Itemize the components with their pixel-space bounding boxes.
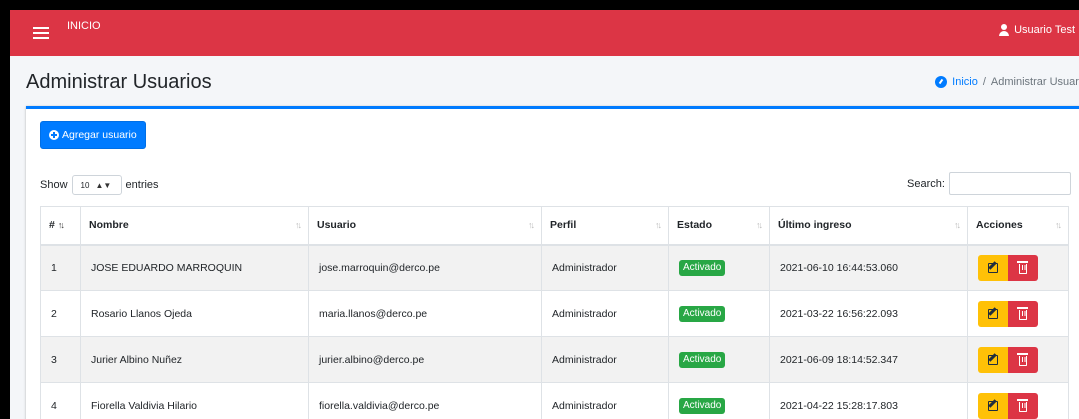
add-user-label: Agregar usuario [62, 129, 137, 141]
edit-button[interactable] [978, 346, 1008, 373]
edit-icon [988, 308, 998, 319]
sort-icon: ↑↓ [528, 220, 535, 230]
sort-icon: ↑↓ [1055, 220, 1062, 230]
breadcrumb-separator: / [982, 76, 986, 88]
table-row: 2 Rosario Llanos Ojeda maria.llanos@derc… [40, 290, 1069, 337]
cell-num: 4 [40, 382, 81, 419]
cell-acciones [967, 336, 1069, 383]
search-control: Search: [907, 172, 1071, 195]
breadcrumb: Inicio / Administrar Usuarios [935, 76, 1079, 88]
cell-ultimo-ingreso: 2021-06-09 18:14:52.347 [769, 336, 968, 383]
users-card: Agregar usuario Show 10 ▲▼ entries Searc… [26, 106, 1079, 419]
column-header-nombre[interactable]: Nombre ↑↓ [80, 206, 309, 246]
cell-usuario: jose.marroquin@derco.pe [308, 244, 542, 291]
cell-perfil: Administrador [541, 290, 669, 337]
sort-icon: ↑↓ [655, 220, 662, 230]
trash-icon [1017, 353, 1028, 366]
cell-num: 1 [40, 244, 81, 291]
column-header-perfil[interactable]: Perfil ↑↓ [541, 206, 669, 246]
cell-nombre: Fiorella Valdivia Hilario [80, 382, 309, 419]
cell-usuario: maria.llanos@derco.pe [308, 290, 542, 337]
cell-acciones [967, 290, 1069, 337]
add-user-button[interactable]: Agregar usuario [40, 121, 146, 149]
cell-nombre: Jurier Albino Nuñez [80, 336, 309, 383]
breadcrumb-home[interactable]: Inicio [952, 76, 978, 88]
trash-icon [1017, 307, 1028, 320]
dashboard-icon [935, 76, 948, 88]
cell-acciones [967, 244, 1069, 291]
cell-perfil: Administrador [541, 382, 669, 419]
status-badge: Activado [679, 351, 726, 368]
bars-icon[interactable] [33, 27, 49, 39]
top-navbar: INICIO Usuario Test [10, 10, 1079, 56]
cell-estado: Activado [668, 290, 770, 337]
sort-icon: ↑↓ [295, 220, 302, 230]
cell-ultimo-ingreso: 2021-04-22 15:28:17.803 [769, 382, 968, 419]
cell-acciones [967, 382, 1069, 419]
status-badge: Activado [679, 259, 726, 276]
delete-button[interactable] [1008, 392, 1038, 419]
table-row: 3 Jurier Albino Nuñez jurier.albino@derc… [40, 336, 1069, 383]
cell-perfil: Administrador [541, 244, 669, 291]
cell-estado: Activado [668, 244, 770, 291]
plus-circle-icon [49, 130, 59, 140]
table-header-row: # ↑↓ Nombre ↑↓ Usuario ↑↓ Perfil ↑↓ Estado ↑↓… [40, 206, 1069, 246]
select-arrows-icon: ▲▼ [95, 180, 112, 190]
show-label: Show [40, 179, 68, 191]
entries-label: entries [125, 179, 159, 191]
cell-nombre: Rosario Llanos Ojeda [80, 290, 309, 337]
cell-num: 3 [40, 336, 81, 383]
cell-usuario: fiorella.valdivia@derco.pe [308, 382, 542, 419]
entries-select[interactable]: 10 ▲▼ [71, 175, 122, 195]
table-row: 4 Fiorella Valdivia Hilario fiorella.val… [40, 382, 1069, 419]
cell-num: 2 [40, 290, 81, 337]
trash-icon [1017, 261, 1028, 275]
delete-button[interactable] [1008, 300, 1038, 327]
table-row: 1 JOSE EDUARDO MARROQUIN jose.marroquin@… [40, 244, 1069, 291]
cell-ultimo-ingreso: 2021-06-10 16:44:53.060 [769, 244, 968, 291]
entries-length-control: Show 10 ▲▼ entries [40, 175, 159, 195]
delete-button[interactable] [1008, 346, 1038, 373]
cell-estado: Activado [668, 382, 770, 419]
breadcrumb-current: Administrar Usuarios [990, 76, 1079, 88]
column-header-num[interactable]: # ↑↓ [40, 206, 81, 246]
nav-link-inicio[interactable]: INICIO [67, 20, 101, 32]
status-badge: Activado [679, 305, 726, 322]
column-header-acciones[interactable]: Acciones ↑↓ [967, 206, 1069, 246]
edit-button[interactable] [978, 300, 1008, 327]
cell-perfil: Administrador [541, 336, 669, 383]
user-name: Usuario Test [1014, 24, 1075, 36]
search-label: Search: [907, 177, 945, 190]
trash-icon [1017, 399, 1028, 412]
column-header-ultimo-ingreso[interactable]: Último ingreso ↑↓ [769, 206, 968, 246]
entries-value: 10 [80, 180, 90, 190]
status-badge: Activado [679, 397, 726, 414]
sort-icon: ↑↓ [954, 220, 961, 230]
user-icon [998, 24, 1010, 36]
sort-icon: ↑↓ [756, 220, 763, 230]
cell-estado: Activado [668, 336, 770, 383]
users-table: # ↑↓ Nombre ↑↓ Usuario ↑↓ Perfil ↑↓ Estado ↑↓… [40, 206, 1069, 419]
user-menu[interactable]: Usuario Test [998, 24, 1075, 36]
app-frame: INICIO Usuario Test Administrar Usuarios… [10, 10, 1079, 419]
edit-icon [988, 262, 998, 273]
cell-usuario: jurier.albino@derco.pe [308, 336, 542, 383]
sort-asc-icon: ↑↓ [57, 220, 65, 231]
cell-ultimo-ingreso: 2021-03-22 16:56:22.093 [769, 290, 968, 337]
edit-icon [988, 354, 998, 365]
edit-icon [988, 400, 998, 411]
column-header-estado[interactable]: Estado ↑↓ [668, 206, 770, 246]
cell-nombre: JOSE EDUARDO MARROQUIN [80, 244, 309, 291]
edit-button[interactable] [978, 392, 1008, 419]
edit-button[interactable] [978, 254, 1008, 281]
column-header-usuario[interactable]: Usuario ↑↓ [308, 206, 542, 246]
delete-button[interactable] [1008, 254, 1038, 281]
content-header: Administrar Usuarios Inicio / Administra… [10, 56, 1079, 108]
page-title: Administrar Usuarios [26, 70, 212, 93]
search-input[interactable] [948, 172, 1071, 195]
